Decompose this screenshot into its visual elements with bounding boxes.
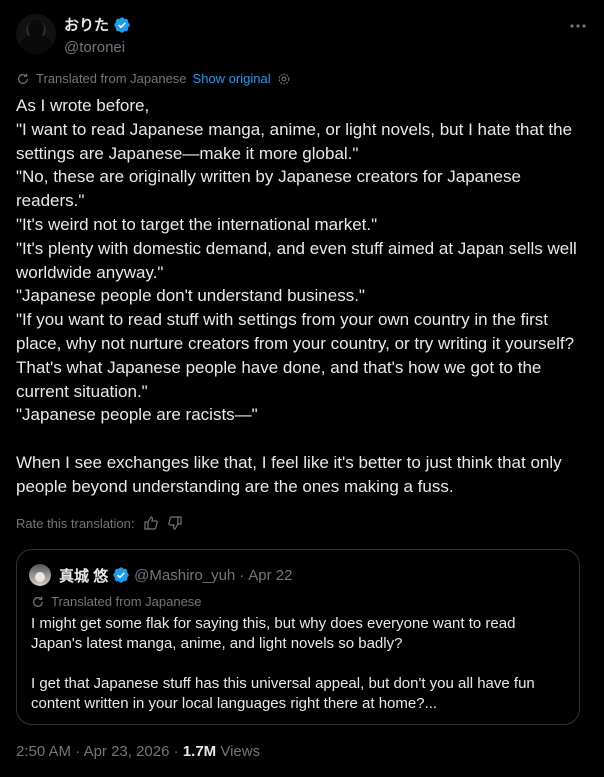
verified-badge-icon — [113, 567, 129, 583]
tweet-paragraph: "If you want to read stuff with settings… — [16, 310, 575, 401]
quote-date: Apr 22 — [248, 566, 293, 584]
views-count: 1.7M — [182, 743, 217, 760]
tweet-date[interactable]: Apr 23, 2026 — [84, 743, 170, 760]
translated-label: Translated from Japanese — [36, 71, 187, 86]
quote-translated-label: Translated from Japanese — [51, 594, 202, 609]
tweet-header: おりた @toronei — [16, 10, 588, 58]
show-original-link[interactable]: Show original — [193, 71, 271, 86]
verified-badge-icon — [114, 16, 130, 33]
footer-separator: · — [75, 743, 81, 760]
tweet-paragraph: "I want to read Japanese manga, anime, o… — [16, 119, 573, 163]
author-display-name-row[interactable]: おりた — [64, 14, 131, 35]
translation-bar: Translated from Japanese Show original — [16, 71, 291, 86]
tweet-paragraph: When I see exchanges like that, I feel l… — [16, 452, 562, 496]
translate-icon — [18, 73, 28, 84]
quote-translation-bar: Translated from Japanese — [31, 594, 202, 609]
views-label: Views — [220, 743, 261, 760]
settings-gear-icon[interactable] — [277, 72, 291, 86]
quote-header: 真城 悠 @Mashiro_yuh · Apr 22 — [29, 564, 292, 586]
quoted-tweet[interactable]: 真城 悠 @Mashiro_yuh · Apr 22 Translated fr… — [16, 549, 580, 725]
tweet-paragraph: "Japanese people are racists—" — [16, 405, 258, 425]
tweet-paragraph: "It's plenty with domestic demand, and e… — [16, 238, 577, 282]
more-icon[interactable] — [568, 16, 588, 36]
quote-text: I might get some flak for saying this, b… — [31, 614, 561, 714]
author-name-block: おりた @toronei — [64, 14, 131, 56]
author-avatar[interactable] — [16, 14, 56, 54]
tweet-paragraph: "Japanese people don't understand busine… — [16, 286, 365, 306]
footer-separator: · — [173, 743, 179, 760]
tweet-text: As I wrote before, "I want to read Japan… — [16, 94, 588, 499]
tweet-time[interactable]: 2:50 AM — [16, 743, 71, 760]
tweet-paragraph: As I wrote before, — [16, 96, 150, 115]
quote-author-name: 真城 悠 — [59, 567, 109, 585]
translate-icon — [33, 596, 43, 607]
tweet-paragraph: "It's weird not to target the internatio… — [16, 214, 378, 234]
rate-translation: Rate this translation: — [16, 515, 183, 531]
quote-paragraph: I get that Japanese stuff has this unive… — [31, 675, 535, 712]
tweet-paragraph: "No, these are originally written by Jap… — [16, 167, 521, 211]
rate-label: Rate this translation: — [16, 515, 135, 531]
thumbs-down-icon[interactable] — [167, 515, 183, 531]
quote-separator: · — [239, 566, 245, 584]
author-display-name[interactable]: おりた — [64, 14, 109, 35]
quote-author-avatar — [29, 564, 51, 586]
quote-author-handle: @Mashiro_yuh — [134, 566, 236, 584]
author-handle[interactable]: @toronei — [64, 39, 131, 56]
quote-paragraph: I might get some flak for saying this, b… — [31, 615, 516, 652]
tweet-footer: 2:50 AM · Apr 23, 2026 · 1.7M Views — [16, 743, 260, 760]
thumbs-up-icon[interactable] — [143, 515, 159, 531]
